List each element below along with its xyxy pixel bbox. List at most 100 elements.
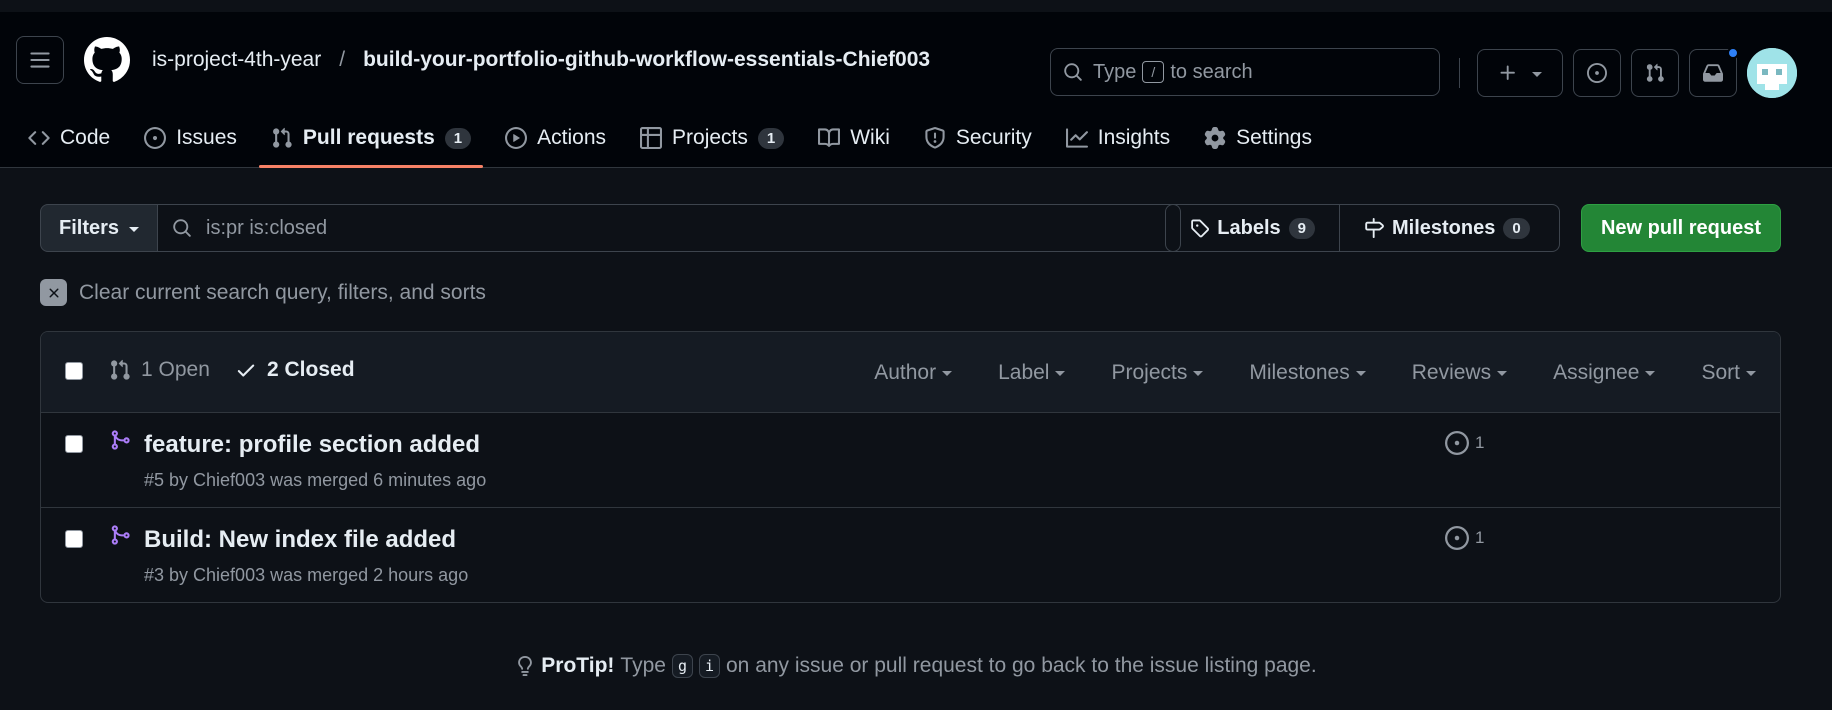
row-checkbox[interactable]	[65, 435, 83, 453]
tab-code[interactable]: Code	[16, 108, 122, 168]
sort-dropdown[interactable]: Sort	[1701, 361, 1756, 385]
pr-title-link[interactable]: feature: profile section added	[144, 431, 480, 459]
gear-icon	[1204, 127, 1226, 149]
header-tools	[1477, 47, 1797, 98]
linked-count: 1	[1475, 433, 1485, 452]
pull-requests-button[interactable]	[1631, 49, 1679, 97]
milestone-icon	[1365, 218, 1384, 238]
select-all-checkbox[interactable]	[65, 362, 83, 380]
labels-counter: 9	[1288, 217, 1315, 239]
reviews-dropdown[interactable]: Reviews	[1411, 360, 1508, 385]
table-icon	[640, 127, 663, 149]
book-icon	[818, 128, 841, 147]
create-new-button[interactable]	[1477, 49, 1563, 97]
inbox-button[interactable]	[1689, 47, 1739, 97]
dropdown-label: Label	[998, 360, 1050, 384]
tab-wiki[interactable]: Wiki	[806, 108, 902, 168]
pull-request-list: 1 Open 2 Closed Author Label Projects Mi…	[40, 331, 1781, 603]
tab-actions[interactable]: Actions	[493, 108, 618, 168]
chevron-down-icon	[1532, 71, 1542, 77]
linked-count: 1	[1475, 528, 1485, 547]
dropdown-label: Reviews	[1411, 360, 1492, 384]
issue-icon	[1445, 526, 1469, 550]
search-shortcut-key: /	[1142, 61, 1165, 83]
dropdown-label: Milestones	[1249, 360, 1350, 384]
light-bulb-icon	[518, 656, 533, 676]
menu-button[interactable]	[16, 36, 64, 84]
search-query: is:pr is:closed	[206, 216, 328, 239]
tab-label: Settings	[1236, 126, 1312, 149]
org-link[interactable]: is-project-4th-year	[152, 48, 321, 72]
tab-label: Actions	[537, 126, 607, 149]
shield-icon	[925, 127, 945, 149]
tab-label: Issues	[176, 126, 237, 149]
list-item: Build: New index file added #3 by Chief0…	[41, 508, 1780, 602]
milestones-button[interactable]: Milestones 0	[1340, 204, 1560, 252]
closed-filter[interactable]: 2 Closed	[235, 358, 355, 382]
chevron-down-icon	[942, 371, 953, 376]
pr-title-link[interactable]: Build: New index file added	[144, 526, 456, 554]
inbox-icon	[1703, 64, 1723, 82]
issues-button[interactable]	[1573, 49, 1621, 97]
labels-label: Labels	[1217, 216, 1281, 239]
shortcut-key: g	[671, 654, 693, 678]
issue-icon	[144, 127, 167, 149]
tab-settings[interactable]: Settings	[1192, 108, 1324, 168]
shortcut-key: i	[698, 654, 720, 678]
tab-counter: 1	[757, 127, 785, 149]
clear-filters-link[interactable]: Clear current search query, filters, and…	[40, 279, 486, 306]
author-dropdown[interactable]: Author	[874, 360, 953, 385]
open-filter[interactable]: 1 Open	[109, 358, 210, 382]
assignee-dropdown[interactable]: Assignee	[1553, 360, 1656, 385]
dropdown-label: Author	[874, 360, 937, 384]
tab-insights[interactable]: Insights	[1054, 108, 1182, 168]
row-checkbox[interactable]	[65, 530, 83, 548]
dropdown-label: Projects	[1111, 360, 1188, 384]
tab-label: Insights	[1097, 126, 1171, 149]
issue-icon	[1587, 63, 1607, 83]
pr-meta: #3 by Chief003 was merged 2 hours ago	[144, 565, 469, 585]
label-dropdown[interactable]: Label	[998, 360, 1066, 385]
chevron-down-icon	[129, 226, 140, 232]
code-icon	[28, 131, 50, 145]
pull-request-icon	[111, 359, 130, 380]
pull-request-icon	[1646, 63, 1664, 82]
linked-issues-count[interactable]: 1	[1445, 526, 1484, 550]
search-icon	[173, 219, 191, 237]
milestones-dropdown[interactable]: Milestones	[1249, 360, 1366, 385]
top-strip	[0, 0, 1832, 12]
tab-counter: 1	[444, 127, 472, 149]
repo-header: is-project-4th-year / build-your-portfol…	[0, 12, 1832, 168]
linked-issues-count[interactable]: 1	[1445, 431, 1484, 455]
chevron-down-icon	[1355, 371, 1366, 376]
breadcrumb-separator: /	[339, 48, 346, 71]
hamburger-icon	[30, 52, 50, 68]
search-prefix: Type	[1093, 60, 1137, 83]
milestones-label: Milestones	[1392, 216, 1496, 239]
search-input[interactable]: is:pr is:closed	[158, 204, 1181, 252]
list-filters: Author Label Projects Milestones Reviews…	[874, 332, 1756, 413]
closed-count-label: 2 Closed	[267, 358, 355, 381]
plus-icon	[1500, 65, 1515, 80]
github-logo-icon[interactable]	[84, 37, 130, 83]
filters-button[interactable]: Filters	[40, 204, 158, 252]
repo-link[interactable]: build-your-portfolio-github-workflow-ess…	[363, 48, 930, 72]
new-pull-request-button[interactable]: New pull request	[1581, 204, 1781, 252]
tab-pull-requests[interactable]: Pull requests 1	[258, 108, 484, 168]
projects-dropdown[interactable]: Projects	[1111, 360, 1204, 385]
tab-label: Code	[60, 126, 111, 149]
dropdown-label: Assignee	[1553, 360, 1640, 384]
protip-post: on any issue or pull request to go back …	[726, 654, 1317, 677]
tab-security[interactable]: Security	[912, 108, 1044, 168]
notification-dot	[1727, 47, 1739, 59]
labels-button[interactable]: Labels 9	[1165, 204, 1340, 252]
global-search[interactable]: Type / to search	[1050, 48, 1440, 96]
tab-label: Wiki	[850, 126, 890, 149]
play-icon	[505, 127, 528, 149]
tab-projects[interactable]: Projects 1	[628, 108, 796, 168]
avatar[interactable]	[1747, 48, 1797, 98]
chevron-down-icon	[1497, 371, 1508, 376]
avatar-face-icon	[1747, 48, 1797, 98]
tab-issues[interactable]: Issues	[132, 108, 249, 168]
chevron-down-icon	[1193, 371, 1204, 376]
